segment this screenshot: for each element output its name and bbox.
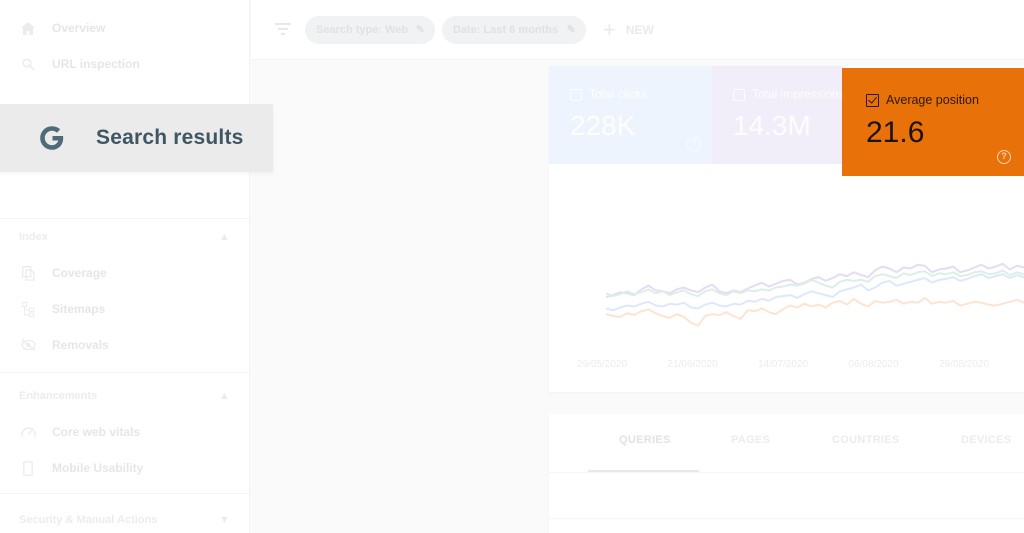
new-label: NEW: [625, 23, 654, 37]
home-icon: [20, 20, 36, 36]
metric-label: Average position: [886, 93, 979, 107]
speed-gauge-icon: [20, 424, 36, 440]
new-filter-button[interactable]: + NEW: [603, 16, 654, 44]
tab-queries[interactable]: QUERIES: [619, 434, 671, 454]
edit-pencil-icon: ✎: [566, 24, 576, 36]
section-title: Security & Manual Actions: [19, 514, 158, 526]
tab-pages[interactable]: PAGES: [731, 434, 770, 454]
dimension-tabs-card: QUERIES PAGES COUNTRIES DEVICES: [549, 414, 1024, 533]
sidebar-item-overview[interactable]: Overview: [0, 10, 250, 46]
plus-icon: +: [603, 17, 616, 42]
tab-countries[interactable]: COUNTRIES: [832, 434, 899, 454]
series-line-average-position: [605, 296, 1024, 327]
sidebar-item-label: Mobile Usability: [52, 461, 144, 475]
table-divider: [549, 518, 1024, 519]
x-tick-label: 29/08/2020: [939, 359, 989, 370]
visibility-off-icon: [20, 337, 36, 353]
sidebar-item-label: URL inspection: [52, 57, 140, 71]
sidebar-section-enhancements[interactable]: Enhancements ▲: [0, 381, 250, 411]
sidebar-item-removals[interactable]: Removals: [0, 327, 250, 363]
help-icon[interactable]: ?: [687, 137, 701, 151]
checkbox-checked-icon[interactable]: [570, 89, 582, 101]
sitemap-icon: [20, 301, 36, 317]
sidebar-item-label: Core web vitals: [52, 425, 141, 439]
google-g-icon: [40, 126, 64, 150]
filter-chip-search-type[interactable]: Search type: Web ✎: [305, 16, 435, 44]
chevron-up-icon: ▲: [219, 231, 230, 243]
x-tick-label: 21/06/2020: [668, 359, 718, 370]
sidebar-item-core-web-vitals[interactable]: Core web vitals: [0, 414, 250, 450]
help-icon[interactable]: ?: [997, 150, 1011, 164]
sidebar-item-mobile-usability[interactable]: Mobile Usability: [0, 450, 250, 486]
sidebar-divider: [0, 493, 250, 494]
file-copy-icon: [20, 265, 36, 281]
performance-line-chart: 29/05/2020 21/06/2020 14/07/2020 06/08/2020…: [577, 262, 1024, 370]
metric-value: 14.3M: [733, 110, 811, 141]
metric-label: Total clicks: [589, 87, 648, 101]
sidebar-section-security[interactable]: Security & Manual Actions ▼: [0, 505, 250, 533]
edit-pencil-icon: ✎: [415, 24, 425, 36]
smartphone-icon: [20, 460, 36, 476]
search-icon: [20, 56, 36, 72]
sidebar-divider: [0, 218, 250, 219]
sidebar-section-index[interactable]: Index ▲: [0, 222, 250, 252]
sidebar-item-coverage[interactable]: Coverage: [0, 255, 250, 291]
sidebar-item-label: Removals: [52, 338, 109, 352]
x-tick-label: 14/07/2020: [758, 359, 808, 370]
chevron-up-icon: ▲: [219, 390, 230, 402]
chevron-down-icon: ▼: [219, 514, 230, 526]
chip-label: Search type: Web: [316, 24, 409, 36]
metric-value: 228K: [570, 110, 636, 141]
search-console-performance: Overview URL inspection Index ▲ Coverage…: [0, 0, 1024, 533]
checkbox-checked-icon[interactable]: [733, 89, 745, 101]
x-tick-label: 29/05/2020: [577, 359, 627, 370]
sidebar-item-label: Overview: [52, 21, 106, 35]
filter-list-icon[interactable]: [275, 22, 291, 36]
metric-label: Total impressions: [752, 87, 843, 101]
checkbox-checked-icon[interactable]: [866, 94, 879, 107]
sidebar-divider: [0, 372, 250, 373]
metric-value: 21.6: [866, 116, 925, 149]
chip-label: Date: Last 6 months: [453, 24, 559, 36]
sidebar-item-sitemaps[interactable]: Sitemaps: [0, 291, 250, 327]
tab-devices[interactable]: DEVICES: [961, 434, 1011, 454]
metric-average-position[interactable]: Average position 21.6 ?: [842, 68, 1024, 176]
filter-toolbar: Search type: Web ✎ Date: Last 6 months ✎…: [251, 0, 1024, 60]
sidebar-item-url-inspection[interactable]: URL inspection: [0, 46, 250, 82]
x-tick-label: 06/08/2020: [849, 359, 899, 370]
metric-total-clicks[interactable]: Total clicks 228K ?: [549, 66, 712, 164]
sidebar: Overview URL inspection Index ▲ Coverage…: [0, 0, 250, 533]
filter-chip-date[interactable]: Date: Last 6 months ✎: [442, 16, 586, 44]
sidebar-item-label: Coverage: [52, 266, 107, 280]
sidebar-item-search-results[interactable]: Search results: [0, 104, 273, 172]
tabs-divider: [549, 472, 1024, 473]
section-title: Index: [19, 231, 48, 243]
section-title: Enhancements: [19, 390, 98, 402]
metric-total-impressions[interactable]: Total impressions 14.3M: [712, 66, 843, 164]
sidebar-item-label: Search results: [96, 126, 244, 149]
sidebar-item-label: Sitemaps: [52, 302, 106, 316]
